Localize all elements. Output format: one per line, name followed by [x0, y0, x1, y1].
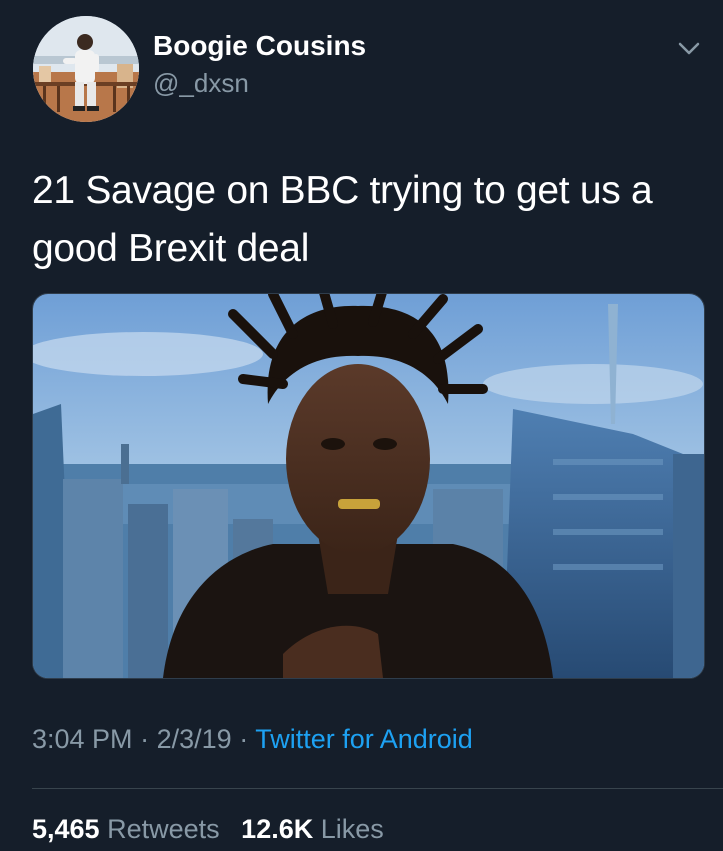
- chevron-down-icon[interactable]: [674, 36, 704, 60]
- tweet-text: 21 Savage on BBC trying to get us a good…: [32, 169, 653, 270]
- tweet-source-link[interactable]: Twitter for Android: [255, 724, 473, 754]
- likes-count: 12.6K: [241, 814, 314, 844]
- retweets-label: Retweets: [107, 814, 220, 844]
- user-display-name[interactable]: Boogie Cousins: [153, 30, 366, 62]
- tweet-header: Boogie Cousins @_dxsn: [0, 0, 723, 140]
- retweets-stat[interactable]: 5,465 Retweets: [32, 814, 220, 844]
- retweets-count: 5,465: [32, 814, 100, 844]
- tweet-meta: 3:04 PM · 2/3/19 · Twitter for Android: [32, 724, 473, 755]
- user-handle[interactable]: @_dxsn: [153, 68, 249, 99]
- tweet-time: 3:04 PM: [32, 724, 133, 754]
- likes-label: Likes: [320, 814, 384, 844]
- avatar[interactable]: [33, 16, 139, 122]
- tweet-stats: 5,465 Retweets 12.6K Likes: [32, 814, 384, 845]
- likes-stat[interactable]: 12.6K Likes: [241, 814, 384, 844]
- tweet-date: 2/3/19: [156, 724, 232, 754]
- divider: [32, 788, 723, 789]
- tweet-media-image[interactable]: [32, 293, 705, 679]
- meta-separator: ·: [140, 724, 150, 754]
- meta-separator: ·: [239, 724, 249, 754]
